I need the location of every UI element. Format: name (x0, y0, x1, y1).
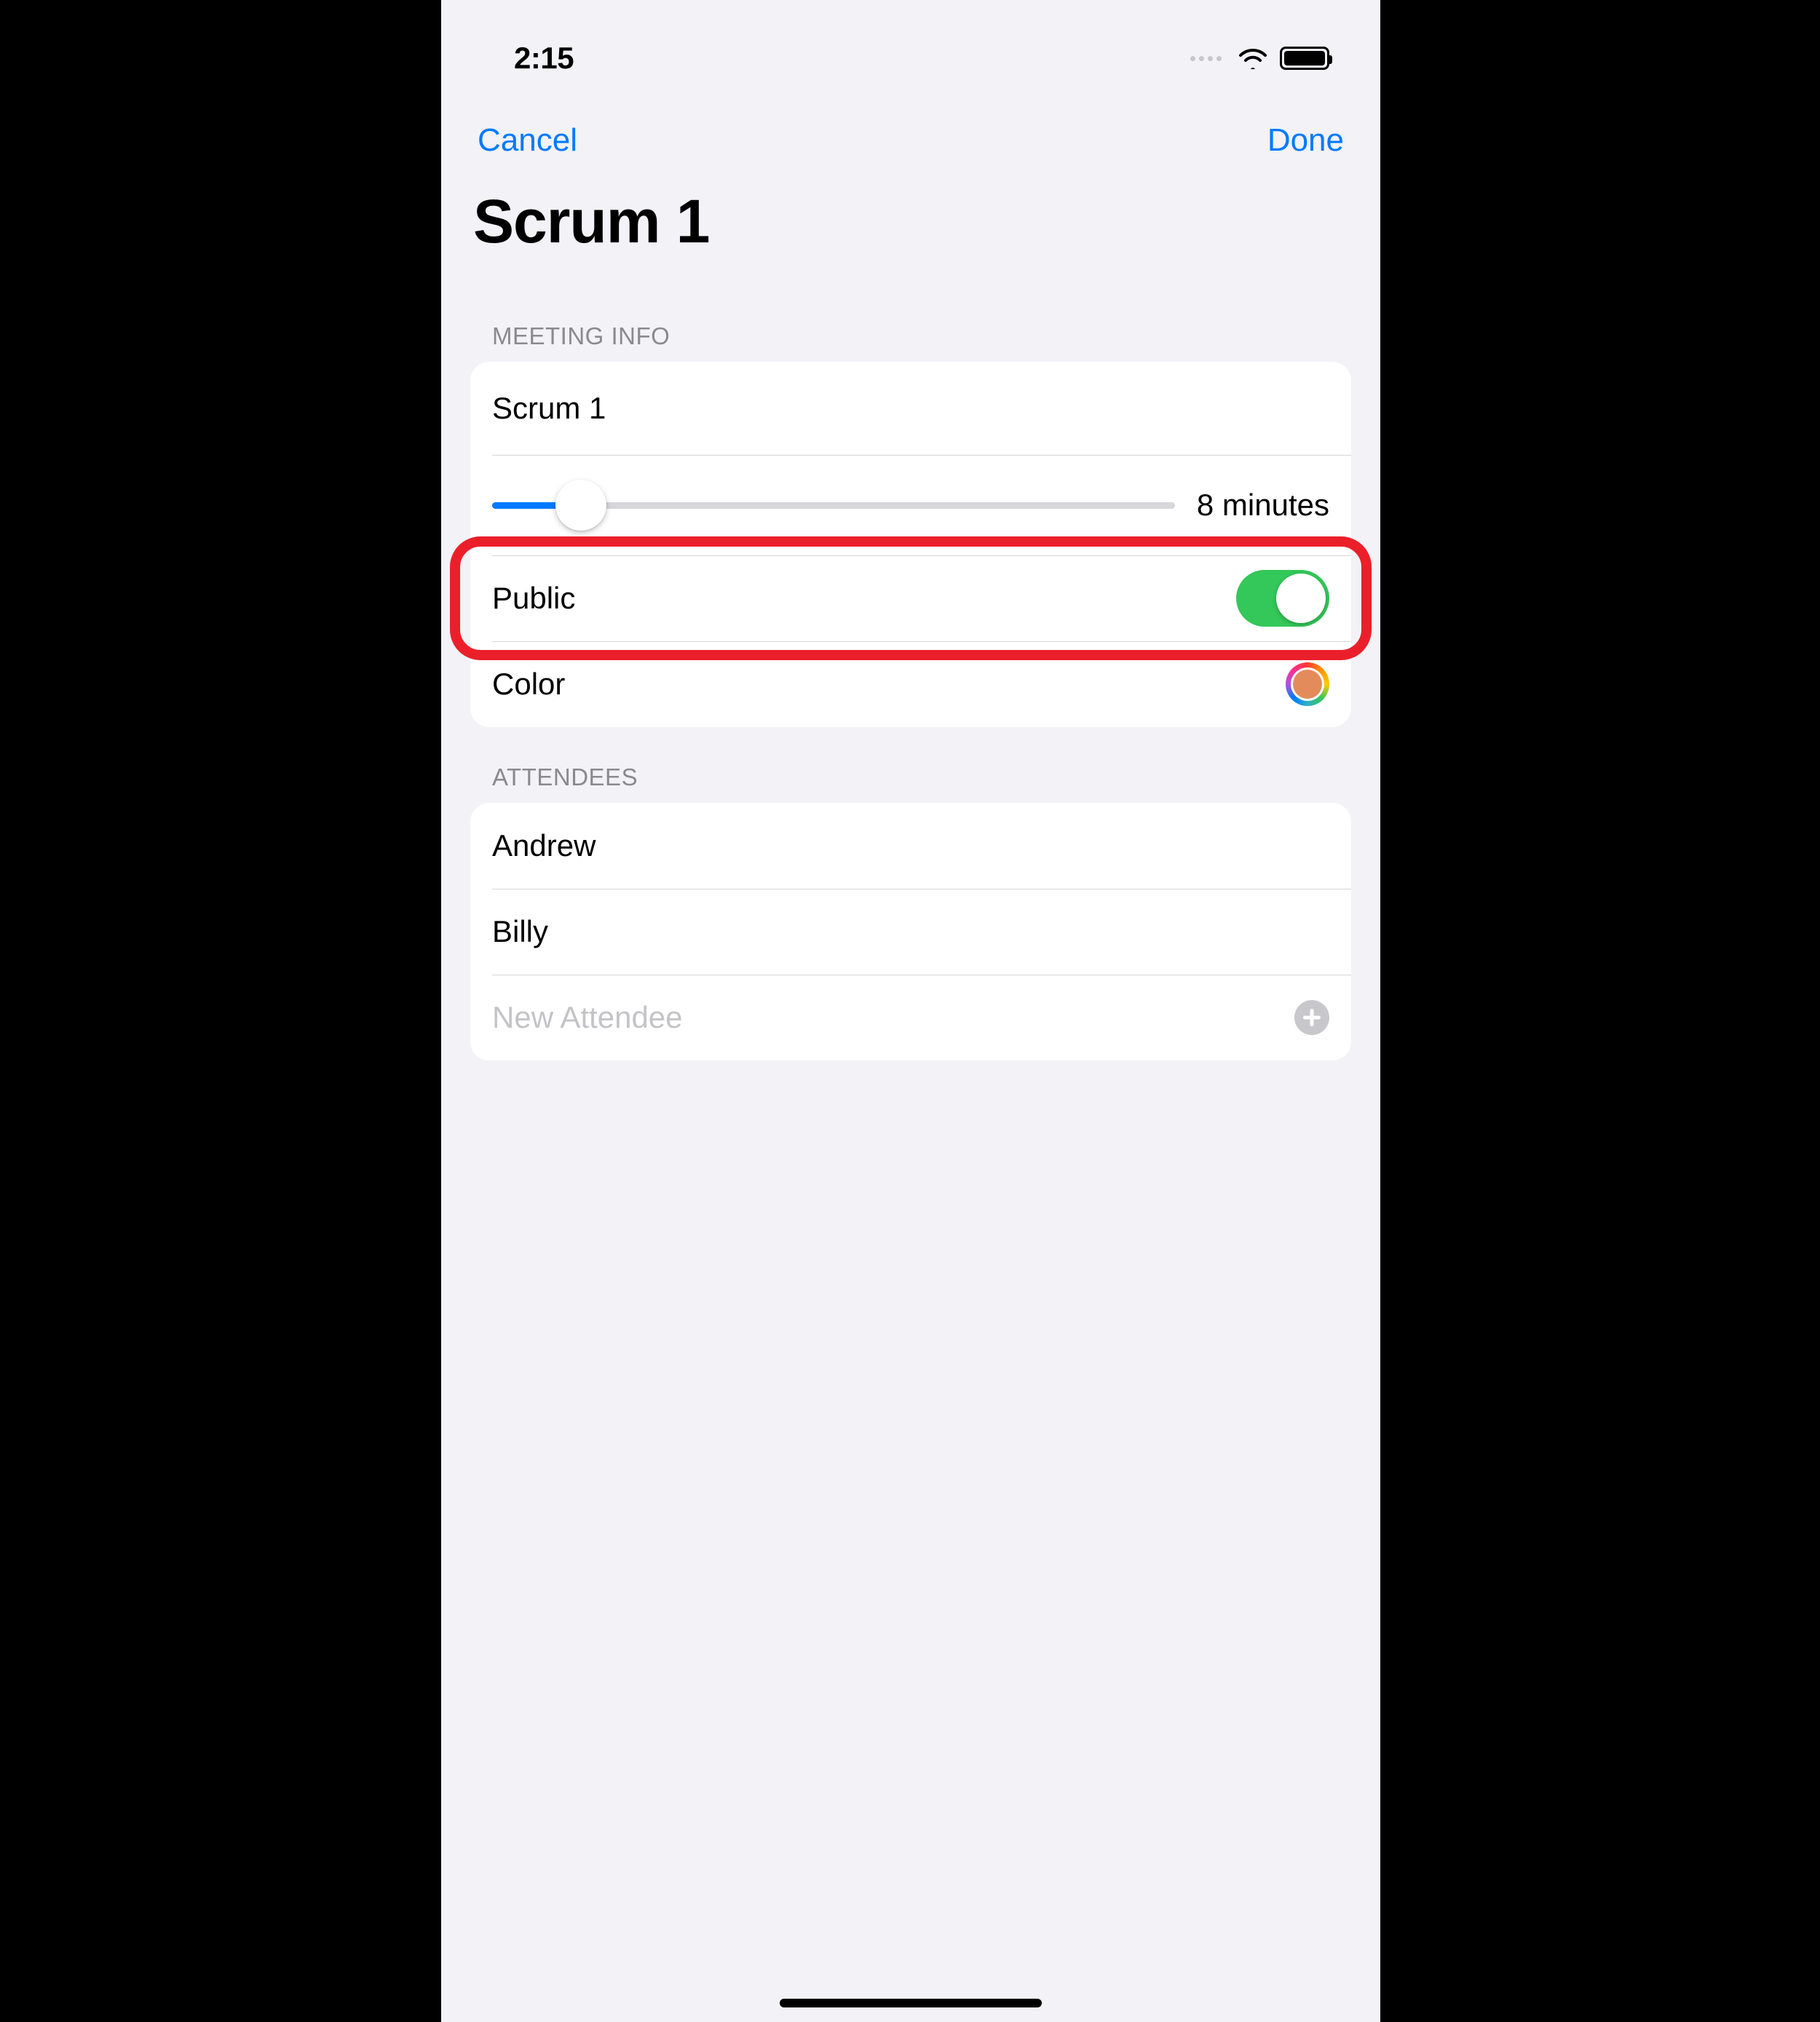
status-time: 2:15 (514, 41, 574, 76)
public-row: Public (470, 555, 1351, 641)
attendee-row[interactable]: Billy (470, 889, 1351, 975)
color-picker-icon[interactable] (1286, 662, 1329, 706)
wifi-icon (1238, 47, 1268, 69)
color-label: Color (492, 667, 565, 702)
duration-label: 8 minutes (1197, 488, 1329, 523)
slider-thumb-icon[interactable] (555, 480, 606, 531)
new-attendee-placeholder[interactable]: New Attendee (492, 1000, 683, 1035)
add-attendee-icon[interactable] (1294, 1000, 1329, 1035)
page-title: Scrum 1 (441, 172, 1380, 286)
public-label: Public (492, 581, 575, 616)
toggle-knob-icon (1276, 574, 1326, 623)
meeting-title-input[interactable] (492, 366, 1329, 451)
recording-dots-icon (1190, 56, 1222, 61)
duration-slider[interactable] (492, 487, 1175, 523)
nav-bar: Cancel Done (441, 95, 1380, 172)
done-button[interactable]: Done (1260, 116, 1351, 164)
attendee-name: Andrew (492, 828, 596, 863)
status-bar: 2:15 (441, 0, 1380, 95)
battery-icon (1280, 47, 1329, 70)
home-indicator[interactable] (780, 1999, 1042, 2007)
duration-row: 8 minutes (470, 455, 1351, 555)
meeting-info-card: 8 minutes Public Color (470, 362, 1351, 727)
cancel-button[interactable]: Cancel (470, 116, 585, 164)
attendee-row[interactable]: Andrew (470, 803, 1351, 889)
attendees-card: Andrew Billy New Attendee (470, 803, 1351, 1060)
color-row[interactable]: Color (470, 641, 1351, 727)
public-toggle[interactable] (1236, 570, 1329, 627)
section-header-attendees: ATTENDEES (441, 727, 1380, 803)
attendee-name: Billy (492, 914, 548, 949)
phone-frame: 2:15 Cancel Done Scrum 1 (441, 0, 1380, 2022)
section-header-meeting-info: MEETING INFO (441, 286, 1380, 362)
meeting-title-row (470, 362, 1351, 455)
new-attendee-row[interactable]: New Attendee (470, 975, 1351, 1060)
status-indicators (1190, 47, 1329, 70)
